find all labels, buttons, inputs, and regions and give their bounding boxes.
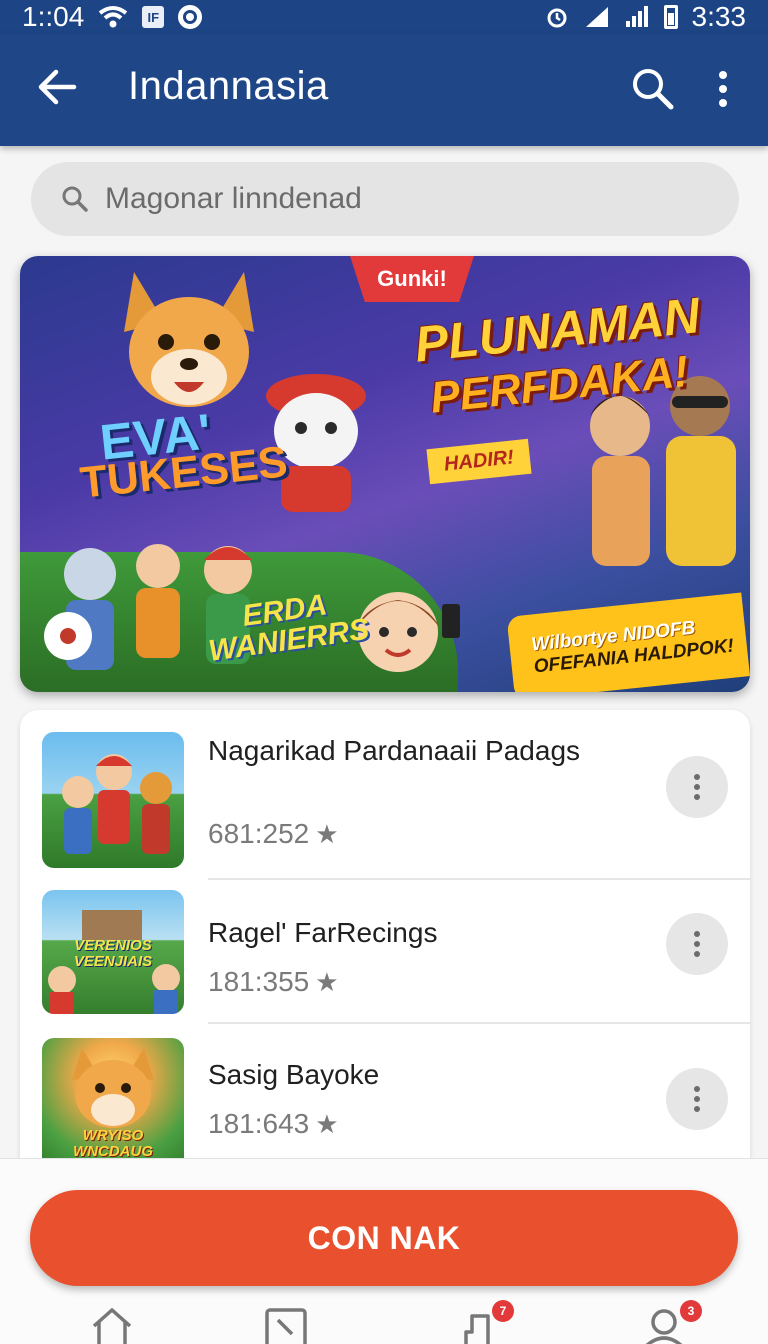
- status-time-left: 1::04: [22, 1, 85, 32]
- thumbnail-label: VERENIOS VEENJIAIS: [73, 937, 153, 970]
- star-icon: ★: [315, 966, 339, 997]
- item-menu-button[interactable]: [666, 756, 728, 818]
- alarm-icon: [547, 8, 566, 28]
- record-icon: [178, 5, 203, 29]
- banner-promo-box: Wilbortye NIDOFB OFEFANIA HALDPOK!: [506, 592, 750, 692]
- battery-icon: [663, 5, 678, 29]
- search-bar[interactable]: [31, 162, 739, 236]
- thumbnail-image: VERENIOS VEENJIAIS: [42, 890, 184, 1014]
- divider: [208, 1022, 750, 1024]
- promo-banner[interactable]: Gunki! EVA' TUKESES PLUNAMAN PERFDAKA! H…: [20, 256, 750, 692]
- app-bar: Indannasia: [0, 34, 768, 146]
- wifi-icon: [99, 6, 128, 28]
- banner-ribbon: Gunki!: [350, 256, 474, 302]
- search-icon[interactable]: [628, 64, 676, 112]
- edit-icon[interactable]: [262, 1306, 310, 1344]
- list-item-rating-value: 181:643: [208, 1108, 310, 1139]
- game-list: Nagarikad Pardanaaii Padags 681:252 ★ VE…: [20, 710, 750, 1160]
- cellular-signal-2-icon: [625, 6, 648, 27]
- list-item-rating-value: 681:252: [208, 818, 310, 849]
- list-item-name: Ragel' FarRecings: [208, 917, 438, 948]
- banner-tag: HADIR!: [426, 438, 532, 485]
- item-menu-button[interactable]: [666, 1068, 728, 1130]
- divider: [208, 878, 750, 880]
- page-title: Indannasia: [128, 64, 329, 108]
- status-bar: 1::04 IF 3:33: [0, 0, 768, 34]
- more-vert-icon[interactable]: [708, 66, 738, 112]
- notification-count-badge: 7: [492, 1300, 514, 1322]
- list-item-rating: 181:643 ★: [208, 1108, 339, 1140]
- list-item-rating: 681:252 ★: [208, 818, 339, 850]
- cellular-signal-icon: [585, 7, 608, 27]
- home-icon[interactable]: [88, 1306, 136, 1344]
- list-item-rating-value: 181:355: [208, 966, 310, 997]
- item-menu-button[interactable]: [666, 913, 728, 975]
- list-item-rating: 181:355 ★: [208, 966, 339, 998]
- star-icon: ★: [315, 818, 339, 849]
- search-input[interactable]: [105, 182, 665, 216]
- thumbnail-label: WRYISO WNCDAUG: [73, 1127, 153, 1160]
- status-time-right: 3:33: [691, 1, 747, 32]
- search-field-icon: [62, 186, 88, 212]
- star-icon: ★: [315, 1108, 339, 1139]
- thumbnail-image: [42, 732, 184, 868]
- thumbnail-image: WRYISO WNCDAUG: [42, 1038, 184, 1160]
- profile-count-badge: 3: [680, 1300, 702, 1322]
- back-arrow-icon[interactable]: [34, 64, 80, 110]
- thumbnail-characters-icon: [62, 754, 172, 854]
- list-item-name: Sasig Bayoke: [208, 1059, 380, 1090]
- primary-action-button[interactable]: CON NAK: [30, 1190, 738, 1286]
- list-item-name: Nagarikad Pardanaaii Padags: [208, 735, 581, 766]
- notification-badge-icon: IF: [142, 6, 165, 28]
